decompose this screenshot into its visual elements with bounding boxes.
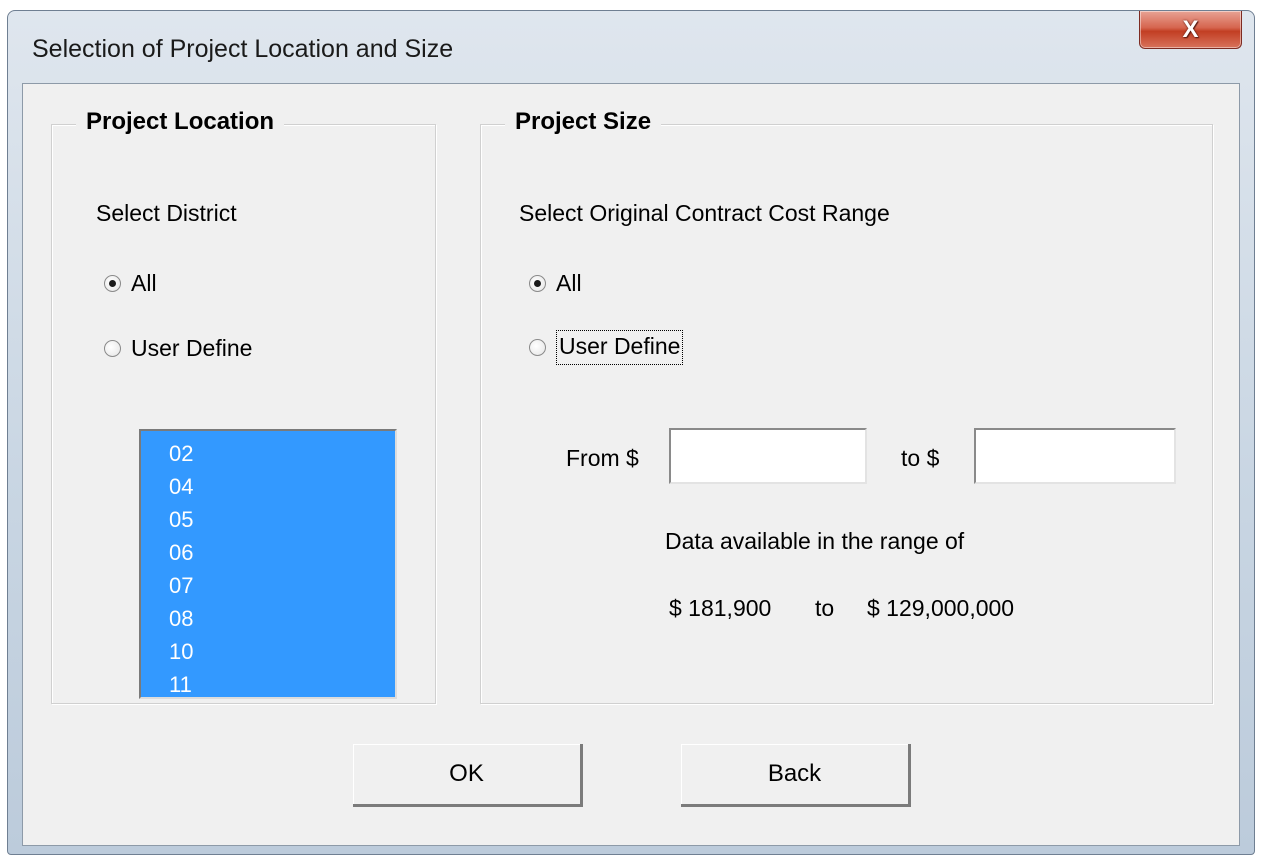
back-button[interactable]: Back	[681, 744, 911, 807]
district-item[interactable]: 07	[169, 569, 395, 602]
district-user-define-radio-circle[interactable]	[104, 340, 121, 357]
range-separator: to	[815, 595, 835, 621]
cost-all-radio-circle[interactable]	[529, 275, 546, 292]
range-min: $ 181,900	[669, 595, 772, 621]
dialog-window: Selection of Project Location and Size X…	[7, 10, 1255, 855]
cost-all-radio[interactable]: All	[529, 270, 582, 297]
district-item[interactable]: 05	[169, 503, 395, 536]
cost-user-define-radio[interactable]: User Define	[529, 330, 684, 365]
range-caption: Data available in the range of	[665, 528, 965, 554]
cost-all-label: All	[556, 270, 582, 296]
cost-user-define-radio-circle[interactable]	[529, 339, 546, 356]
district-item[interactable]: 10	[169, 635, 395, 668]
close-icon: X	[1182, 15, 1199, 43]
from-label: From $	[566, 445, 639, 471]
close-button[interactable]: X	[1139, 11, 1242, 49]
district-all-label: All	[131, 270, 157, 296]
ok-button-label: OK	[449, 760, 484, 787]
select-district-label: Select District	[96, 200, 237, 226]
ok-button[interactable]: OK	[353, 744, 583, 807]
district-item[interactable]: 06	[169, 536, 395, 569]
back-button-label: Back	[767, 760, 822, 787]
to-label: to $	[901, 445, 940, 471]
district-item[interactable]: 04	[169, 470, 395, 503]
title-bar[interactable]: Selection of Project Location and Size X	[8, 11, 1254, 81]
dialog-body: Project Location Select District All Use…	[22, 83, 1240, 846]
district-all-radio-circle[interactable]	[104, 275, 121, 292]
project-location-group: Project Location Select District All Use…	[51, 108, 436, 704]
district-item[interactable]: 08	[169, 602, 395, 635]
select-cost-range-label: Select Original Contract Cost Range	[519, 200, 890, 226]
from-amount-input[interactable]	[669, 428, 867, 484]
district-listbox[interactable]: 02 04 05 06 07 08 10 11	[139, 429, 397, 699]
district-item[interactable]: 02	[169, 437, 395, 470]
district-item[interactable]: 11	[169, 668, 395, 697]
cost-user-define-label: User Define	[556, 330, 684, 365]
window-title: Selection of Project Location and Size	[32, 35, 454, 63]
project-size-group: Project Size Select Original Contract Co…	[480, 108, 1213, 704]
district-all-radio[interactable]: All	[104, 270, 157, 297]
range-max: $ 129,000,000	[867, 595, 1015, 621]
district-user-define-label: User Define	[131, 335, 253, 361]
to-amount-input[interactable]	[974, 428, 1176, 484]
project-location-title: Project Location	[76, 108, 285, 136]
district-user-define-radio[interactable]: User Define	[104, 335, 252, 362]
project-size-title: Project Size	[505, 108, 662, 136]
